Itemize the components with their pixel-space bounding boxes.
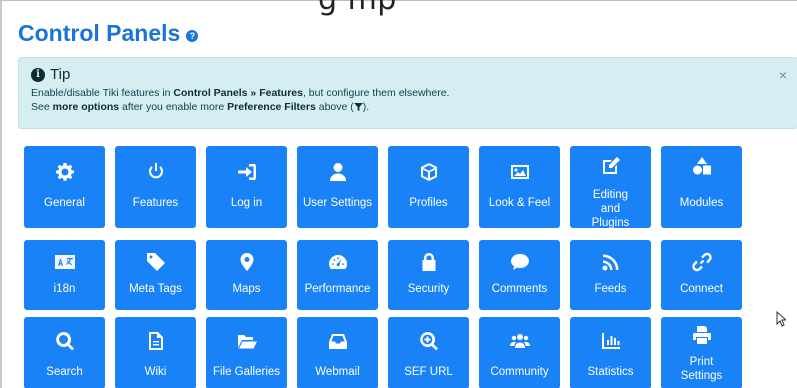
tile-label: SEF URL [404, 366, 453, 378]
tile-meta-tags[interactable]: Meta Tags [115, 240, 196, 310]
tile-label: Community [490, 366, 549, 378]
tile-print-settings[interactable]: Print Settings [661, 317, 742, 388]
tile-label: Log in [230, 197, 263, 209]
window-top-border [0, 0, 797, 1]
tile-label: Comments [491, 283, 548, 295]
tile-security[interactable]: Security [388, 240, 469, 310]
tile-label: User Settings [302, 197, 373, 209]
edit-icon [570, 156, 651, 176]
shapes-icon [661, 156, 742, 176]
print-icon [661, 325, 742, 345]
tile-label: Wiki [144, 366, 167, 378]
info-icon: i [31, 67, 45, 82]
tip-text: , but configure them elsewhere. [302, 87, 450, 99]
filter-icon [353, 103, 363, 111]
tile-features[interactable]: Features [115, 146, 196, 228]
help-icon[interactable]: ? [186, 30, 199, 42]
tile-label: File Galleries [212, 366, 281, 378]
gear-icon [24, 162, 105, 182]
folder-open-icon [206, 331, 287, 351]
tile-label: Features [132, 197, 179, 209]
tip-line-2: See more options after you enable more P… [31, 101, 785, 113]
image-icon [479, 162, 560, 182]
tile-label: i18n [53, 283, 76, 295]
tile-general[interactable]: General [24, 146, 105, 228]
tile-label: Connect [680, 283, 723, 295]
user-icon [297, 162, 378, 182]
tile-look-feel[interactable]: Look & Feel [479, 146, 560, 228]
tile-file-galleries[interactable]: File Galleries [206, 317, 287, 388]
page-title-text: Control Panels [18, 20, 181, 46]
comment-icon [479, 252, 560, 272]
tile-feeds[interactable]: Feeds [570, 240, 651, 310]
window-left-border [0, 0, 2, 388]
tile-label: Webmail [315, 366, 360, 378]
tile-sef-url[interactable]: SEF URL [388, 317, 469, 388]
tile-label: Performance [304, 283, 371, 295]
tip-emphasis: Control Panels » Features [173, 87, 303, 99]
tile-user-settings[interactable]: User Settings [297, 146, 378, 228]
tile-webmail[interactable]: Webmail [297, 317, 378, 388]
tile-maps[interactable]: Maps [206, 240, 287, 310]
tile-label: Statistics [587, 366, 634, 378]
tip-text: after you enable more [119, 101, 228, 113]
tile-label: Search [46, 366, 83, 378]
file-icon [115, 331, 196, 351]
tile-label: Security [407, 283, 450, 295]
tile-label: Feeds [594, 283, 627, 295]
tile-search[interactable]: Search [24, 317, 105, 388]
tile-community[interactable]: Community [479, 317, 560, 388]
tile-label: Meta Tags [129, 283, 182, 295]
users-icon [479, 331, 560, 351]
tile-label: General [44, 197, 85, 209]
tile-label: Maps [232, 283, 261, 295]
tile-i18n[interactable]: i18n [24, 240, 105, 310]
link-icon [661, 252, 742, 272]
tile-label: Profiles [409, 197, 448, 209]
tip-header: i Tip [31, 66, 785, 83]
tile-connect[interactable]: Connect [661, 240, 742, 310]
tachometer-icon [297, 252, 378, 272]
sign-in-icon [206, 162, 287, 182]
tip-alert: i Tip Enable/disable Tiki features in Co… [18, 57, 797, 129]
tile-statistics[interactable]: Statistics [570, 317, 651, 388]
tip-text: above ( [315, 101, 354, 113]
tip-title: Tip [50, 66, 71, 83]
map-marker-icon [206, 252, 287, 272]
tip-text: ). [362, 101, 370, 113]
more-options-link[interactable]: more options [53, 101, 120, 113]
tile-modules[interactable]: Modules [661, 146, 742, 228]
tip-line-1: Enable/disable Tiki features in Control … [31, 87, 785, 99]
tag-icon [115, 252, 196, 272]
tip-text: Enable/disable Tiki features in [31, 87, 174, 99]
mouse-cursor-icon [776, 311, 786, 327]
tip-text: See [31, 101, 53, 113]
power-icon [115, 162, 196, 182]
preference-filters-text: Preference Filters [227, 101, 316, 113]
tile-comments[interactable]: Comments [479, 240, 560, 310]
page-title: Control Panels ? [18, 20, 199, 47]
inbox-icon [297, 331, 378, 351]
search-plus-icon [388, 331, 469, 351]
tile-performance[interactable]: Performance [297, 240, 378, 310]
tile-label: Print Settings [680, 356, 723, 382]
tile-wiki[interactable]: Wiki [115, 317, 196, 388]
tile-label: Look & Feel [488, 197, 551, 209]
close-icon[interactable]: × [779, 67, 787, 83]
lock-icon [388, 252, 469, 272]
search-icon [24, 331, 105, 351]
rss-icon [570, 252, 651, 272]
tile-label: Editing and Plugins [591, 189, 630, 229]
tile-profiles[interactable]: Profiles [388, 146, 469, 228]
language-icon [24, 252, 105, 272]
cube-icon [388, 162, 469, 182]
tile-log-in[interactable]: Log in [206, 146, 287, 228]
tile-editing-and-plugins[interactable]: Editing and Plugins [570, 146, 651, 229]
tile-label: Modules [679, 197, 724, 209]
cropped-header-text: g mp [318, 0, 397, 17]
bar-chart-icon [570, 331, 651, 351]
